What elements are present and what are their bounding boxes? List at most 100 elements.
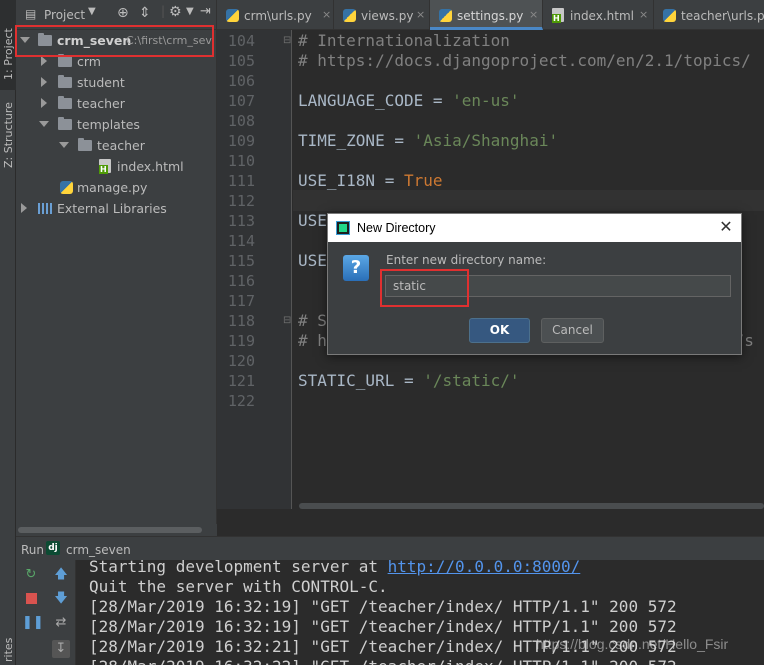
rerun-icon[interactable]: ↻ [22,566,40,584]
tree-item-teacher[interactable]: teacher [16,93,217,114]
tree-item-manage-py[interactable]: manage.py [16,177,217,198]
tree-item-label: templates [77,117,140,132]
tab-label: crm\urls.py [244,9,312,23]
line-number: 109 [227,132,255,150]
code-line: # h [298,331,327,350]
collapse-all-icon[interactable]: ⇕ [139,5,151,21]
code-string: '/static/' [423,371,520,390]
watermark-text: https://blog.csdn.net/Hello_Fsir [536,636,729,652]
console-text: Starting development server at [89,560,388,576]
line-number: 106 [227,72,255,90]
python-file-icon [60,181,73,194]
tree-item-external-libraries[interactable]: External Libraries [16,198,217,219]
tree-item-crm[interactable]: crm [16,51,217,72]
chevron-down-icon[interactable]: ▼ [186,6,194,17]
tree-item-label: crm [77,54,101,69]
tree-item-label: index.html [117,159,184,174]
favorites-tool-tab[interactable]: rites [0,628,16,665]
line-number: 110 [227,152,255,170]
scrollbar-thumb[interactable] [18,527,202,533]
close-icon[interactable]: × [529,8,538,21]
tree-item-path: C:\first\crm_sev [126,34,212,47]
structure-tool-tab[interactable]: Z: Structure [0,96,16,176]
python-file-icon [343,9,356,22]
tab-crm-urls[interactable]: crm\urls.py × [217,0,334,30]
run-panel-title: Run [21,543,45,557]
code-line: USE_I18N = True [298,171,443,190]
tree-item-label: crm_seven [57,33,132,48]
tab-teacher-urls[interactable]: teacher\urls.py [654,0,764,30]
target-icon[interactable]: ⊕ [117,5,129,21]
new-directory-dialog: New Directory ✕ ? Enter new directory na… [327,213,742,355]
html-file-icon [99,159,111,174]
code-identifier: STATIC_URL = [298,371,424,390]
project-view-label[interactable]: Project [44,8,85,22]
folder-icon [58,96,72,109]
chevron-down-icon[interactable] [20,37,30,43]
tree-item-templates[interactable]: templates [16,114,217,135]
tree-item-label: teacher [77,96,125,111]
directory-name-input[interactable] [385,275,731,297]
chevron-down-icon[interactable] [59,142,69,148]
tab-views[interactable]: views.py × [334,0,430,30]
soft-wrap-icon[interactable]: ⇄ [52,614,70,632]
tab-index-html[interactable]: index.html × [543,0,654,30]
stop-icon[interactable] [22,590,40,608]
run-config-name[interactable]: crm_seven [66,543,131,557]
code-line: USE [298,251,327,270]
chevron-down-icon[interactable] [39,121,49,127]
arrow-down-icon[interactable]: 🡇 [52,590,70,608]
console-line: [28/Mar/2019 16:32:22] "GET /teacher/ind… [89,657,677,665]
code-keyword: True [403,171,443,190]
console-line: Quit the server with CONTROL-C. [89,577,388,596]
line-number: 104 [227,32,255,50]
server-url-link[interactable]: http://0.0.0.0:8000/ [388,560,581,576]
pycharm-icon [336,221,350,235]
tree-item-crm-seven[interactable]: crm_seven C:\first\crm_sev [16,30,217,51]
close-icon[interactable]: × [322,8,331,21]
project-tool-tab-label: 1: Project [2,28,15,80]
line-number: 120 [227,352,255,370]
arrow-up-icon[interactable]: 🡅 [52,566,70,584]
code-line: LANGUAGE_CODE = 'en-us' [298,91,520,110]
chevron-right-icon[interactable] [41,77,47,87]
editor-horizontal-scrollbar[interactable] [293,500,764,510]
chevron-right-icon[interactable] [41,56,47,66]
tree-item-index-html[interactable]: index.html [16,156,217,177]
fold-icon[interactable]: ⊟ [283,35,291,46]
python-file-icon [439,9,452,22]
ok-button[interactable]: OK [469,318,530,343]
line-number: 119 [227,332,255,350]
run-toolbar: ↻ 🡅 🡇 ❚❚ ⇄ ↧ [16,560,76,665]
project-view-icon[interactable]: ▤ [25,7,36,21]
pause-icon[interactable]: ❚❚ [22,614,44,632]
gear-icon[interactable]: ⚙ [169,4,182,20]
scrollbar-thumb[interactable] [299,503,764,509]
tab-label: teacher\urls.py [681,9,764,23]
close-icon[interactable]: × [639,8,648,21]
question-icon: ? [343,255,369,281]
close-icon[interactable]: ✕ [716,217,736,237]
scroll-to-end-icon[interactable]: ↧ [52,640,70,658]
code-line: # S [298,311,327,330]
tree-item-student[interactable]: student [16,72,217,93]
libraries-icon [38,203,52,214]
close-icon[interactable]: × [416,8,425,21]
editor-gutter: 104 105 106 107 108 109 110 111 112 113 … [217,30,292,509]
html-file-icon [552,8,564,23]
dialog-titlebar[interactable]: New Directory ✕ [328,214,741,242]
chevron-right-icon[interactable] [41,98,47,108]
hide-panel-icon[interactable]: ⇥ [200,4,211,19]
code-line: # Internationalization [298,31,510,50]
fold-icon[interactable]: ⊟ [283,315,291,326]
tab-settings[interactable]: settings.py × [430,0,543,30]
tree-horizontal-scrollbar[interactable] [16,524,217,536]
structure-tool-tab-label: Z: Structure [2,102,15,168]
tree-item-templates-teacher[interactable]: teacher [16,135,217,156]
project-tool-tab[interactable]: 1: Project [0,0,16,90]
chevron-down-icon[interactable]: ▼ [88,6,96,17]
cancel-button[interactable]: Cancel [541,318,604,343]
python-file-icon [663,9,676,22]
chevron-right-icon[interactable] [21,203,27,213]
tree-item-label: teacher [97,138,145,153]
